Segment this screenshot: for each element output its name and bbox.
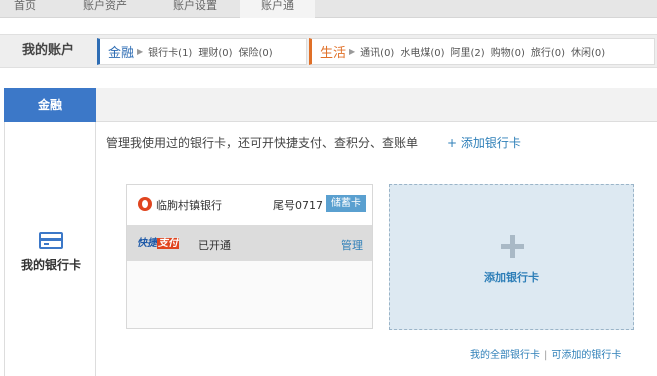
life-item-utilities[interactable]: 水电煤(0) [400, 44, 444, 59]
finance-item-wealth[interactable]: 理财(0) [198, 44, 232, 59]
nav-my-bank-cards-label: 我的银行卡 [20, 258, 81, 272]
left-nav: 金融 我的银行卡 [0, 88, 96, 376]
life-item-shopping[interactable]: 购物(0) [491, 44, 525, 59]
life-item-telecom[interactable]: 通讯(0) [360, 44, 394, 59]
quick-pay-logo-part-a: 快捷 [137, 238, 157, 249]
nav-finance[interactable]: 金融 [4, 88, 96, 122]
card-type-badge: 储蓄卡 [326, 195, 366, 212]
tab-account-settings[interactable]: 账户设置 [155, 0, 235, 18]
card-stripe [41, 238, 61, 241]
plus-icon-vertical [510, 235, 515, 258]
bank-card-header: 临朐村镇银行 尾号0717 储蓄卡 [127, 185, 372, 225]
bank-card-panel: 临朐村镇银行 尾号0717 储蓄卡 快捷支付 已开通 管理 [126, 184, 373, 329]
tab-account-link[interactable]: 账户通 [240, 0, 315, 18]
content-header-strip [96, 88, 657, 122]
footer-links: 我的全部银行卡 | 可添加的银行卡 [470, 346, 621, 361]
addable-bank-cards-link[interactable]: 可添加的银行卡 [551, 350, 621, 361]
manage-link[interactable]: 管理 [341, 237, 363, 253]
quick-pay-bar: 快捷支付 已开通 管理 [127, 225, 372, 261]
bank-logo-icon [138, 197, 152, 211]
finance-item-insurance[interactable]: 保险(0) [239, 44, 273, 59]
finance-category-link[interactable]: 金融 [108, 42, 134, 61]
bank-name: 临朐村镇银行 [156, 199, 222, 212]
card-chip [44, 243, 49, 245]
life-item-travel[interactable]: 旅行(0) [531, 44, 565, 59]
top-tab-bar: 首页 账户资产 账户设置 账户通 [0, 0, 657, 18]
account-title: 我的账户 [21, 43, 74, 58]
link-separator: | [544, 350, 548, 361]
add-bank-card-label: 添加银行卡 [484, 271, 539, 284]
all-bank-cards-link[interactable]: 我的全部银行卡 [470, 350, 540, 361]
tab-account-assets[interactable]: 账户资产 [65, 0, 145, 18]
account-bar: 我的账户 金融 ▶ 银行卡(1) 理财(0) 保险(0) 生活 ▶ 通讯(0) … [0, 34, 657, 68]
intro-text: 管理我使用过的银行卡，还可开快捷支付、查积分、查账单 [106, 136, 419, 150]
life-item-ali[interactable]: 阿里(2) [451, 44, 485, 59]
arrow-right-icon: ▶ [349, 47, 356, 56]
nav-my-bank-cards[interactable]: 我的银行卡 [4, 122, 96, 376]
life-category: 生活 ▶ 通讯(0) 水电煤(0) 阿里(2) 购物(0) 旅行(0) 休闲(0… [309, 38, 655, 65]
quick-pay-logo-part-b: 支付 [157, 238, 179, 249]
add-bank-card-tile[interactable]: 添加银行卡 [389, 184, 634, 330]
card-tail-number: 尾号0717 [273, 199, 323, 212]
finance-item-bank-card[interactable]: 银行卡(1) [148, 44, 192, 59]
finance-category: 金融 ▶ 银行卡(1) 理财(0) 保险(0) [97, 38, 307, 65]
tab-home[interactable]: 首页 [0, 0, 50, 18]
quick-pay-status: 已开通 [198, 239, 231, 252]
life-item-leisure[interactable]: 休闲(0) [571, 44, 605, 59]
add-bank-card-link[interactable]: + 添加银行卡 [447, 134, 521, 151]
bank-card-icon [39, 232, 63, 249]
life-category-link[interactable]: 生活 [320, 42, 346, 61]
arrow-right-icon: ▶ [137, 47, 144, 56]
quick-pay-logo: 快捷支付 [137, 236, 179, 251]
